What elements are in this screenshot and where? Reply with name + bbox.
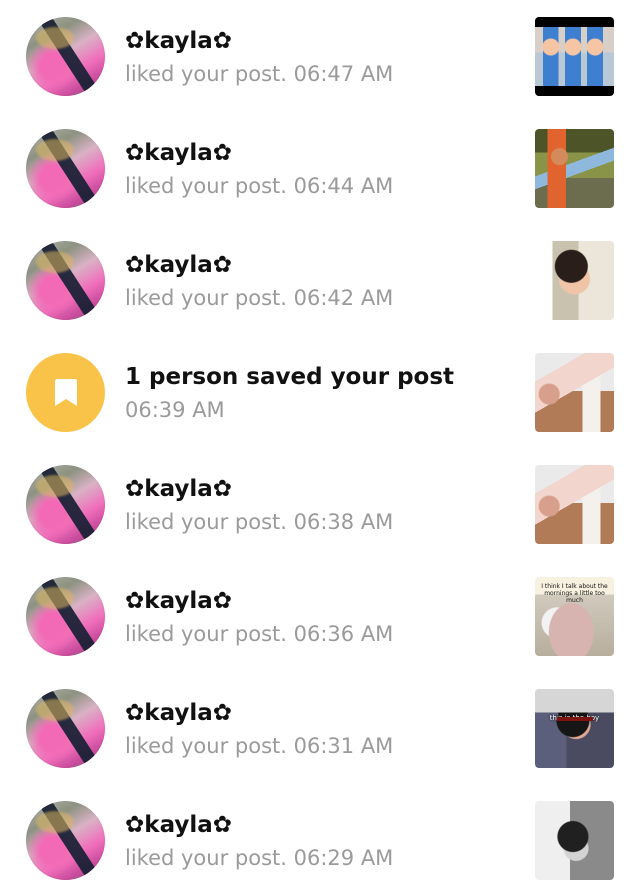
post-thumbnail[interactable]: I think I talk about the mornings a litt… <box>535 577 614 656</box>
notification-row[interactable]: ✿kayla✿ liked your post. 06:44 AM <box>0 112 640 224</box>
notification-action: liked your post. <box>125 286 287 310</box>
post-thumbnail[interactable] <box>535 353 614 432</box>
notification-time: 06:36 AM <box>293 622 394 646</box>
kayla-avatar[interactable] <box>26 577 105 656</box>
post-thumbnail[interactable] <box>535 465 614 544</box>
post-thumbnail[interactable] <box>535 17 614 96</box>
notification-action: liked your post. <box>125 174 287 198</box>
post-thumbnail[interactable] <box>535 241 614 320</box>
notification-row[interactable]: ✿kayla✿ liked your post. 06:38 AM <box>0 448 640 560</box>
kayla-avatar[interactable] <box>26 465 105 544</box>
thumbnail-overlay: this is the boy <box>549 714 600 722</box>
notification-username[interactable]: ✿kayla✿ <box>125 250 232 280</box>
post-thumbnail[interactable] <box>535 129 614 208</box>
notification-action: liked your post. <box>125 62 287 86</box>
notification-time: 06:39 AM <box>125 398 225 422</box>
notification-action: liked your post. <box>125 622 287 646</box>
notification-action: liked your post. <box>125 734 287 758</box>
kayla-avatar[interactable] <box>26 129 105 208</box>
notification-time: 06:31 AM <box>293 734 394 758</box>
notification-details: liked your post. 06:38 AM <box>125 508 393 536</box>
post-thumbnail[interactable] <box>535 801 614 880</box>
saved-post-badge <box>26 353 105 432</box>
thumbnail-caption: I think I talk about the mornings a litt… <box>541 583 608 604</box>
notification-details: liked your post. 06:36 AM <box>125 620 393 648</box>
kayla-avatar[interactable] <box>26 241 105 320</box>
notification-username[interactable]: ✿kayla✿ <box>125 698 232 728</box>
notification-time: 06:44 AM <box>293 174 394 198</box>
kayla-avatar[interactable] <box>26 801 105 880</box>
notification-details: liked your post. 06:47 AM <box>125 60 393 88</box>
notification-details: liked your post. 06:29 AM <box>125 844 393 872</box>
notification-time: 06:47 AM <box>293 62 394 86</box>
notification-username[interactable]: ✿kayla✿ <box>125 474 232 504</box>
bookmark-icon <box>54 379 77 406</box>
notification-details: liked your post. 06:44 AM <box>125 172 393 200</box>
kayla-avatar[interactable] <box>26 17 105 96</box>
notification-username[interactable]: ✿kayla✿ <box>125 810 232 840</box>
notification-username[interactable]: ✿kayla✿ <box>125 26 232 56</box>
notification-row[interactable]: ✿kayla✿ liked your post. 06:31 AM this i… <box>0 672 640 784</box>
notification-row[interactable]: ✿kayla✿ liked your post. 06:29 AM <box>0 784 640 896</box>
saved-post-title: 1 person saved your post <box>125 364 455 390</box>
notification-time: 06:42 AM <box>293 286 394 310</box>
notification-details: liked your post. 06:31 AM <box>125 732 393 760</box>
save-notification-row[interactable]: 1 person saved your post 06:39 AM <box>0 336 640 448</box>
notification-details: liked your post. 06:42 AM <box>125 284 393 312</box>
post-thumbnail[interactable]: this is the boy <box>535 689 614 768</box>
notification-row[interactable]: ✿kayla✿ liked your post. 06:36 AM I thin… <box>0 560 640 672</box>
notification-time: 06:38 AM <box>293 510 394 534</box>
notification-action: liked your post. <box>125 846 287 870</box>
notification-action: liked your post. <box>125 510 287 534</box>
kayla-avatar[interactable] <box>26 689 105 768</box>
notification-username[interactable]: ✿kayla✿ <box>125 586 232 616</box>
notification-row[interactable]: ✿kayla✿ liked your post. 06:42 AM <box>0 224 640 336</box>
notification-time: 06:29 AM <box>293 846 394 870</box>
notification-row[interactable]: ✿kayla✿ liked your post. 06:47 AM <box>0 0 640 112</box>
notification-username[interactable]: ✿kayla✿ <box>125 138 232 168</box>
